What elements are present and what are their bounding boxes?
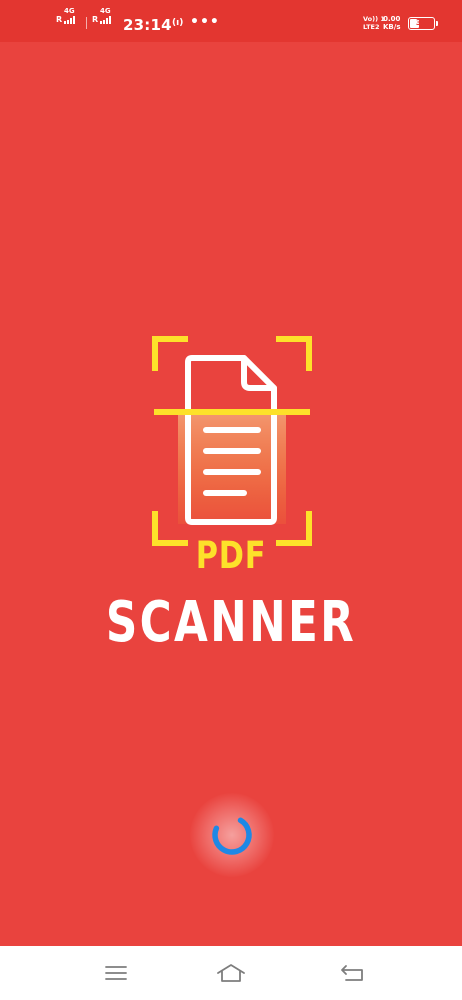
home-button[interactable] [211,958,251,988]
loading-indicator [190,793,274,877]
status-bar: 4G R 4G R 23:14 (ı) ••• Vo)) 1 LTE2 0.00… [0,0,462,42]
battery-icon: 39 [408,17,438,30]
status-time: 23:14 [123,16,172,34]
sim1-signal: 4G R [56,7,76,24]
sim1-roaming: R [56,15,63,24]
more-notifications-icon: ••• [190,14,220,30]
loading-spinner-icon [212,815,252,855]
network-speed: 0.00 KB/s [383,15,400,31]
logo-text-scanner: SCANNER [105,590,357,655]
sim2-roaming: R [92,15,99,24]
back-icon [341,965,363,981]
sim1-network-type: 4G [64,7,75,15]
sim2-network-type: 4G [100,7,111,15]
menu-icon [105,966,127,980]
volte-indicator: Vo)) 1 LTE2 [363,15,385,31]
volte-line1: Vo)) 1 [363,15,385,23]
hotspot-icon: (ı) [172,18,184,28]
network-speed-value: 0.00 [383,15,401,23]
back-button[interactable] [332,958,372,988]
logo-text-pdf: PDF [195,534,267,577]
sim1-signal-bars-icon [64,16,76,24]
battery-level: 39 [415,18,428,27]
home-icon [217,964,245,982]
sim2-signal: 4G R [92,7,112,24]
navigation-bar [0,946,462,1000]
menu-button[interactable] [96,958,136,988]
pdf-scanner-logo-icon [152,336,312,546]
sim2-signal-bars-icon [100,16,112,24]
status-divider [86,17,87,29]
volte-line2: LTE2 [363,23,380,31]
network-speed-unit: KB/s [383,23,401,31]
